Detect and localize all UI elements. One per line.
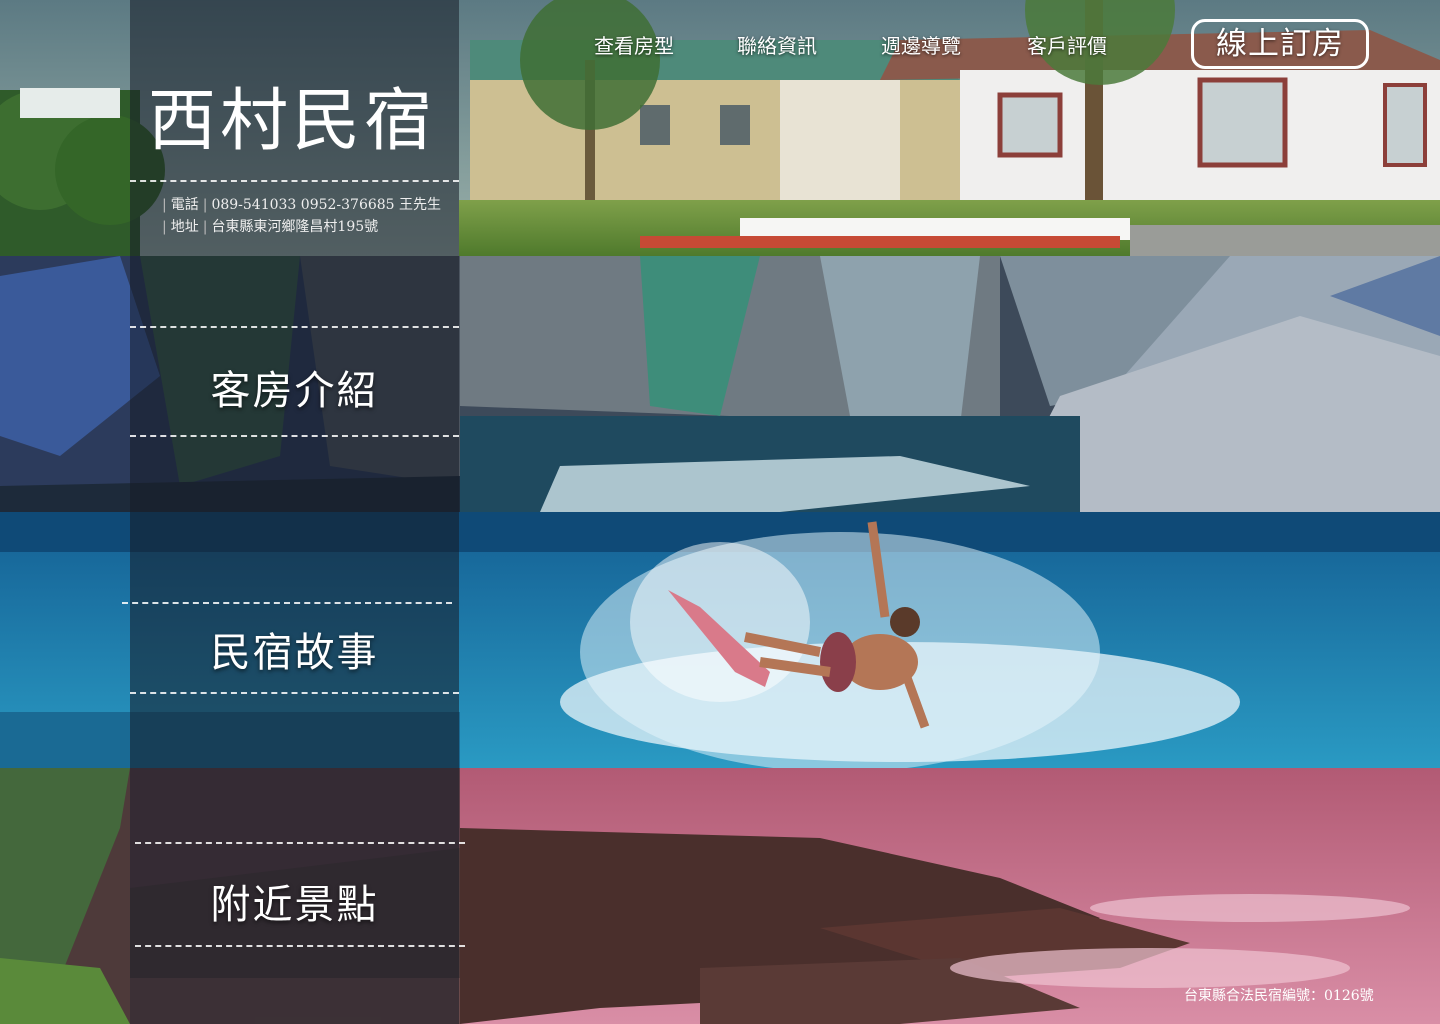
site-title: 西村民宿 (148, 82, 437, 161)
address-label: 地址 (170, 219, 199, 235)
phone-value: 089-541033 0952-376685 王先生 (211, 197, 442, 213)
phone-line: | 電話 | 089-541033 0952-376685 王先生 (162, 197, 442, 213)
section-divider (130, 435, 459, 437)
section-divider (122, 602, 452, 604)
license-number: 台東縣合法民宿編號：0126號 (1184, 988, 1374, 1004)
nav-reviews[interactable]: 客戶評價 (1027, 30, 1107, 59)
nav-contact[interactable]: 聯絡資訊 (737, 30, 817, 59)
nav-room-types[interactable]: 查看房型 (594, 30, 674, 59)
section-link-story[interactable]: 民宿故事 (130, 620, 459, 678)
address-value: 台東縣東河鄉隆昌村195號 (211, 219, 379, 235)
section-divider (135, 945, 465, 947)
section-link-rooms[interactable]: 客房介紹 (130, 358, 459, 416)
section-divider (130, 326, 459, 328)
nav-surroundings[interactable]: 週邊導覽 (881, 30, 961, 59)
book-online-button[interactable]: 線上訂房 (1191, 19, 1369, 69)
address-line: | 地址 | 台東縣東河鄉隆昌村195號 (162, 219, 379, 235)
section-divider (135, 842, 465, 844)
title-divider (130, 180, 459, 182)
section-link-attractions[interactable]: 附近景點 (130, 872, 459, 930)
section-divider (130, 692, 459, 694)
phone-label: 電話 (170, 197, 199, 213)
